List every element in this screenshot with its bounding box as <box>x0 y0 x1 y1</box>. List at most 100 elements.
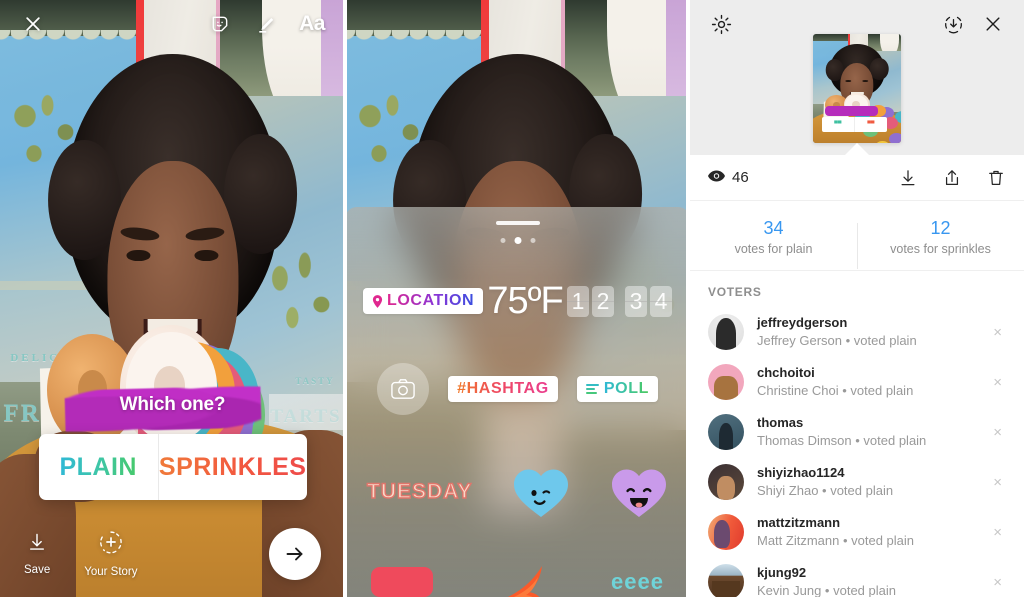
sticker-row-4: eeee <box>345 557 690 597</box>
pin-icon <box>372 294 383 308</box>
votes-sprinkles: 12 votes for sprinkles <box>857 215 1024 269</box>
voter-text: chchoitoi Christine Choi • voted plain <box>757 364 987 399</box>
thumb-brush <box>825 105 879 116</box>
avatar[interactable] <box>708 364 744 400</box>
close-icon[interactable]: × <box>987 520 1008 545</box>
list-item[interactable]: thomas Thomas Dimson • voted plain × <box>690 407 1024 457</box>
poll-options: PLAIN SPRINKLES <box>38 434 307 500</box>
avatar[interactable] <box>708 414 744 450</box>
list-item[interactable]: shiyizhao1124 Shiyi Zhao • voted plain × <box>690 457 1024 507</box>
eye-glyph <box>708 169 725 182</box>
voter-subtitle: Thomas Dimson • voted plain <box>757 433 927 448</box>
text-tool-icon[interactable]: Aa <box>297 9 327 39</box>
clock-digit-2: 2 <box>592 285 614 317</box>
smiling-heart-icon <box>611 469 666 517</box>
photo-eye-right <box>194 249 219 262</box>
poll-option-left[interactable]: PLAIN <box>39 434 159 500</box>
drag-handle[interactable] <box>495 221 540 225</box>
location-sticker-label: LOCATION <box>387 292 475 309</box>
story-photo: DELICIO FRESH PIES TASTY TARTS <box>0 0 345 597</box>
your-story-label: Your Story <box>84 566 138 578</box>
next-button[interactable] <box>269 528 321 580</box>
download-icon[interactable] <box>898 168 918 188</box>
day-sticker[interactable]: TUESDAY <box>366 479 472 504</box>
voter-subtitle: Kevin Jung • voted plain <box>757 583 896 597</box>
votes-sprinkles-label: votes for sprinkles <box>890 242 991 256</box>
voters-section-header: VOTERS <box>708 285 762 299</box>
flame-sticker[interactable] <box>500 564 544 597</box>
insights-preview-area: ▀▀ ▀▀ <box>690 0 1024 156</box>
temperature-sticker[interactable]: 75ºF <box>487 280 563 323</box>
thumb-poll-right: ▀▀ <box>867 121 875 128</box>
photo-scallop-trim <box>345 29 490 66</box>
avatar[interactable] <box>708 464 744 500</box>
photo-eye-left <box>126 249 151 262</box>
winking-heart-sticker[interactable] <box>512 465 570 519</box>
sticker-icon[interactable] <box>205 9 235 39</box>
smiling-heart-sticker[interactable] <box>610 465 668 519</box>
close-icon[interactable]: × <box>987 370 1008 395</box>
thumb-poll: ▀▀ ▀▀ <box>821 116 887 133</box>
voter-username: mattzitzmann <box>757 515 841 531</box>
list-item[interactable]: mattzitzmann Matt Zitzmann • voted plain… <box>690 507 1024 557</box>
story-thumbnail[interactable]: ▀▀ ▀▀ <box>813 34 901 143</box>
views-actions <box>898 168 1006 188</box>
share-icon[interactable] <box>942 168 962 188</box>
squiggle-sticker[interactable]: eeee <box>611 569 664 595</box>
voter-text: jeffreydgerson Jeffrey Gerson • voted pl… <box>757 314 987 349</box>
votes-sprinkles-count: 12 <box>930 218 951 238</box>
list-item[interactable]: kjung92 Kevin Jung • voted plain × <box>690 557 1024 597</box>
panel-divider-2 <box>686 0 690 597</box>
voter-username: shiyizhao1124 <box>757 465 845 481</box>
red-pill-sticker[interactable] <box>371 567 433 597</box>
camera-sticker[interactable] <box>377 363 429 415</box>
gear-icon[interactable] <box>706 9 736 39</box>
poll-option-right[interactable]: SPRINKLES <box>159 434 307 500</box>
avatar[interactable] <box>708 314 744 350</box>
page-dot-3[interactable] <box>530 238 535 243</box>
avatar[interactable] <box>708 564 744 597</box>
eye-icon <box>708 169 725 187</box>
page-dot-1[interactable] <box>500 238 505 243</box>
voter-text: shiyizhao1124 Shiyi Zhao • voted plain <box>757 464 987 499</box>
close-icon[interactable]: × <box>987 570 1008 595</box>
poll-sticker-option[interactable]: POLL <box>576 376 658 402</box>
poll-bars-icon <box>585 384 599 394</box>
instagram-stories-screens: DELICIO FRESH PIES TASTY TARTS <box>0 0 1024 597</box>
close-icon[interactable] <box>978 9 1008 39</box>
hashtag-sticker[interactable]: #HASHTAG <box>448 376 558 402</box>
poll-question: Which one? <box>119 394 226 415</box>
list-item[interactable]: chchoitoi Christine Choi • voted plain × <box>690 357 1024 407</box>
close-icon[interactable]: × <box>987 420 1008 445</box>
time-sticker[interactable]: 1 2 3 4 <box>567 285 672 317</box>
download-circle-icon[interactable] <box>938 9 968 39</box>
camera-icon <box>391 379 415 399</box>
compose-bottom-bar: Save Your Story <box>0 511 345 597</box>
trash-icon[interactable] <box>986 168 1006 188</box>
sticker-row-3: TUESDAY <box>345 455 690 529</box>
thumbnail-pointer <box>844 143 870 156</box>
page-dot-2[interactable] <box>514 237 521 244</box>
views-count: 46 <box>732 169 749 186</box>
thumb-eye-left <box>845 79 852 82</box>
location-sticker[interactable]: LOCATION <box>363 288 484 314</box>
close-icon[interactable]: × <box>987 320 1008 345</box>
close-icon[interactable]: × <box>987 470 1008 495</box>
your-story-button[interactable]: Your Story <box>84 530 138 578</box>
pen-icon[interactable] <box>251 9 281 39</box>
close-icon[interactable] <box>18 9 48 39</box>
list-item[interactable]: jeffreydgerson Jeffrey Gerson • voted pl… <box>690 307 1024 357</box>
voter-username: jeffreydgerson <box>757 315 848 331</box>
save-button[interactable]: Save <box>24 532 50 576</box>
sticker-tray-panel: LOCATION 75ºF 1 2 3 4 #HASHTAG POLL TUES… <box>345 0 690 597</box>
compose-toolbar: Aa <box>0 0 345 48</box>
save-label: Save <box>24 564 51 576</box>
voter-text: mattzitzmann Matt Zitzmann • voted plain <box>757 514 987 549</box>
thumb-eye-right <box>862 79 869 82</box>
thumb-poll-left: ▀▀ <box>822 116 855 133</box>
voter-username: chchoitoi <box>757 365 815 381</box>
voter-subtitle: Shiyi Zhao • voted plain <box>757 483 894 498</box>
voter-subtitle: Christine Choi • voted plain <box>757 383 914 398</box>
avatar[interactable] <box>708 514 744 550</box>
poll-option-left-label: PLAIN <box>59 452 137 481</box>
